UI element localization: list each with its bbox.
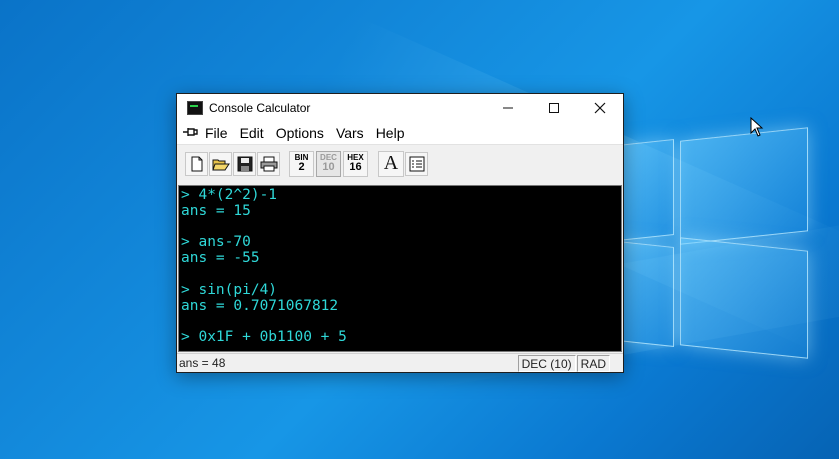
menu-vars[interactable]: Vars: [330, 125, 370, 141]
menu-file[interactable]: File: [199, 125, 234, 141]
minimize-icon: [503, 107, 513, 109]
logo-pane: [680, 127, 808, 245]
decimal-mode-button[interactable]: DEC 10: [316, 150, 341, 177]
resize-grip-icon[interactable]: [611, 355, 623, 372]
menu-help[interactable]: Help: [370, 125, 411, 141]
new-file-icon: [191, 156, 202, 171]
open-folder-icon: [211, 159, 230, 170]
open-button[interactable]: [209, 151, 232, 176]
console-line: ans = -55: [181, 250, 260, 267]
mouse-cursor-icon: [750, 117, 764, 137]
logo-pane: [618, 139, 674, 241]
print-button[interactable]: [257, 151, 280, 176]
radix-mode-indicator: DEC (10): [517, 354, 576, 372]
toolbar: BIN 2 DEC 10 HEX 16 A: [177, 144, 623, 182]
console-line: > 4*(2^2)-1: [181, 187, 278, 203]
bin-base: 2: [298, 161, 305, 173]
console-input-line[interactable]: > 0x1F + 0b1100 + 5: [181, 329, 619, 346]
console-line: > ans-70: [181, 234, 251, 251]
console-app-icon: [187, 101, 203, 115]
hex-mode-button[interactable]: HEX 16: [343, 150, 368, 177]
print-icon: [260, 156, 277, 171]
menu-bar: File Edit Options Vars Help: [177, 122, 623, 144]
console-output[interactable]: > 4*(2^2)-1 ans = 15 > ans-70 ans = -55 …: [178, 185, 622, 352]
close-icon: [594, 102, 606, 114]
console-line: ans = 15: [181, 202, 251, 219]
console-line: > sin(pi/4): [181, 281, 278, 298]
windows-logo: [618, 120, 813, 360]
status-message: ans = 48: [179, 356, 226, 370]
title-bar[interactable]: Console Calculator: [177, 94, 623, 122]
variables-list-icon: [409, 156, 424, 171]
status-bar: ans = 48 DEC (10) RAD: [177, 353, 623, 372]
pin-icon[interactable]: [181, 126, 199, 141]
save-button[interactable]: [233, 151, 256, 176]
variables-button[interactable]: [405, 151, 428, 176]
maximize-button[interactable]: [531, 94, 577, 122]
calculator-window[interactable]: Console Calculator File Edit Options Var…: [176, 93, 624, 373]
binary-mode-button[interactable]: BIN 2: [289, 150, 314, 177]
logo-pane: [680, 237, 808, 359]
font-button[interactable]: A: [378, 150, 404, 177]
hex-base: 16: [349, 161, 362, 173]
logo-pane: [618, 241, 674, 347]
new-file-button[interactable]: [185, 151, 208, 176]
angle-mode-indicator: RAD: [576, 354, 610, 372]
save-icon: [237, 156, 252, 171]
minimize-button[interactable]: [485, 94, 531, 122]
dec-base: 10: [322, 161, 335, 173]
maximize-icon: [549, 103, 559, 113]
menu-edit[interactable]: Edit: [234, 125, 270, 141]
menu-options[interactable]: Options: [270, 125, 330, 141]
window-title: Console Calculator: [209, 101, 311, 115]
close-button[interactable]: [577, 94, 623, 122]
console-line: ans = 0.7071067812: [181, 297, 339, 314]
